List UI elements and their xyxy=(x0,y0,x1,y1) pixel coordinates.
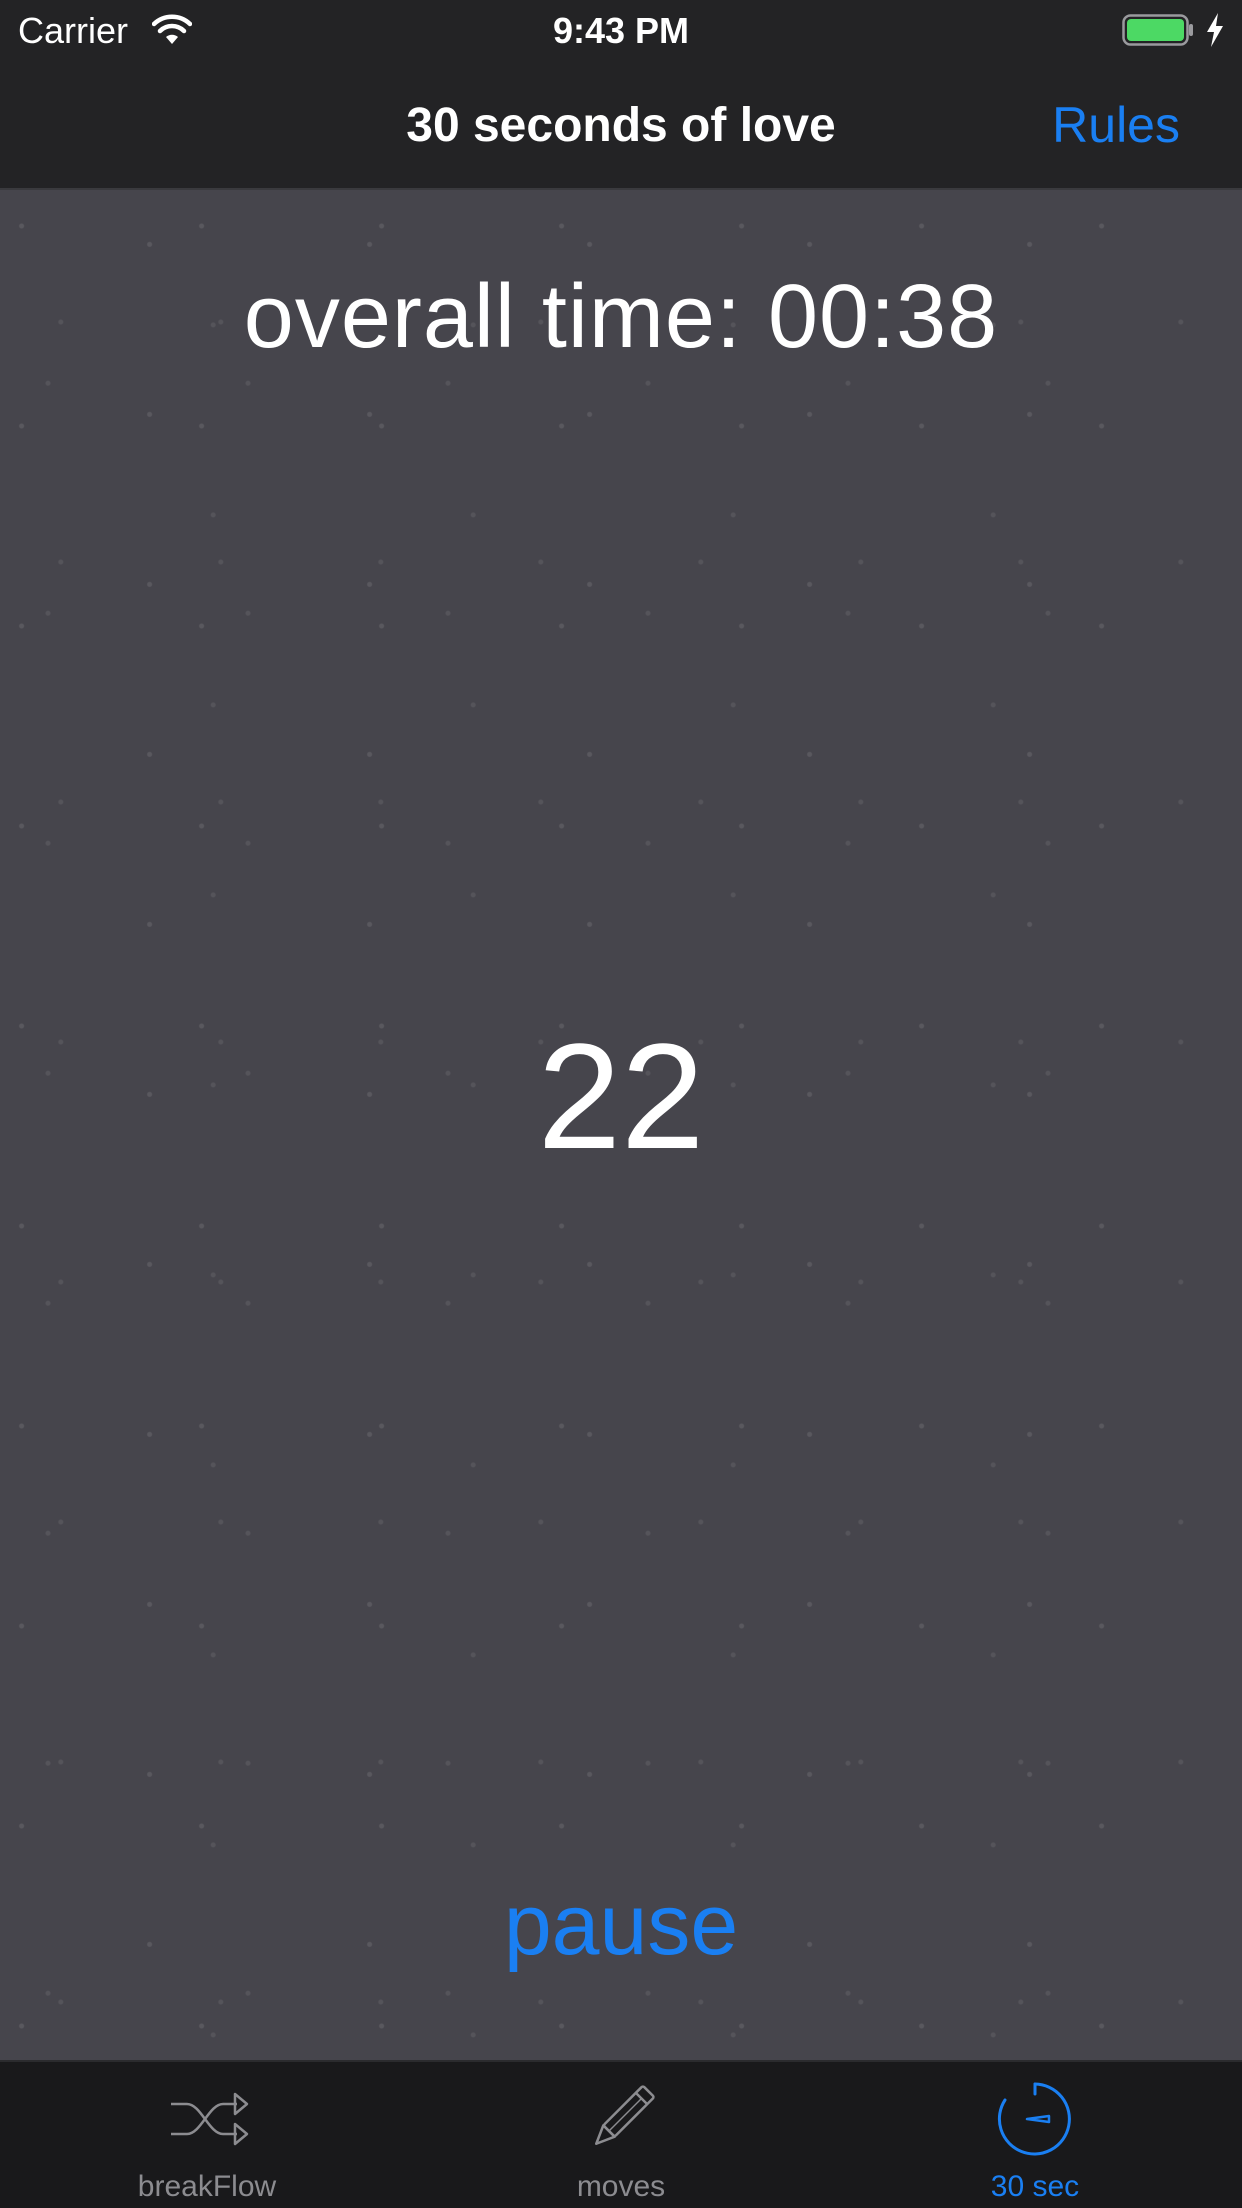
timer-icon xyxy=(997,2082,1071,2156)
tab-breakflow[interactable]: breakFlow xyxy=(0,2062,414,2208)
tab-bar: breakFlow moves 30 sec xyxy=(0,2060,1242,2208)
navigation-bar: 30 seconds of love Rules xyxy=(0,62,1242,190)
clock: 9:43 PM xyxy=(552,10,690,51)
charging-bolt-icon xyxy=(1207,13,1223,47)
tab-label: 30 sec xyxy=(990,2170,1080,2203)
overall-time-label: overall time: 00:38 xyxy=(243,267,999,367)
pause-button[interactable]: pause xyxy=(0,1876,1242,1975)
tab-label: breakFlow xyxy=(137,2170,277,2203)
status-bar: Carrier 9:43 PM xyxy=(0,0,1242,62)
tab-label: moves xyxy=(576,2170,666,2203)
countdown-value: 22 xyxy=(537,1012,705,1180)
pencil-icon xyxy=(595,2085,655,2145)
shuffle-icon xyxy=(171,2092,249,2146)
rules-button[interactable]: Rules xyxy=(1052,96,1180,154)
tab-moves[interactable]: moves xyxy=(414,2062,828,2208)
timer-screen: overall time: 00:38 22 pause xyxy=(0,190,1242,2060)
tab-30-sec[interactable]: 30 sec xyxy=(828,2062,1242,2208)
battery-icon xyxy=(1122,14,1193,46)
